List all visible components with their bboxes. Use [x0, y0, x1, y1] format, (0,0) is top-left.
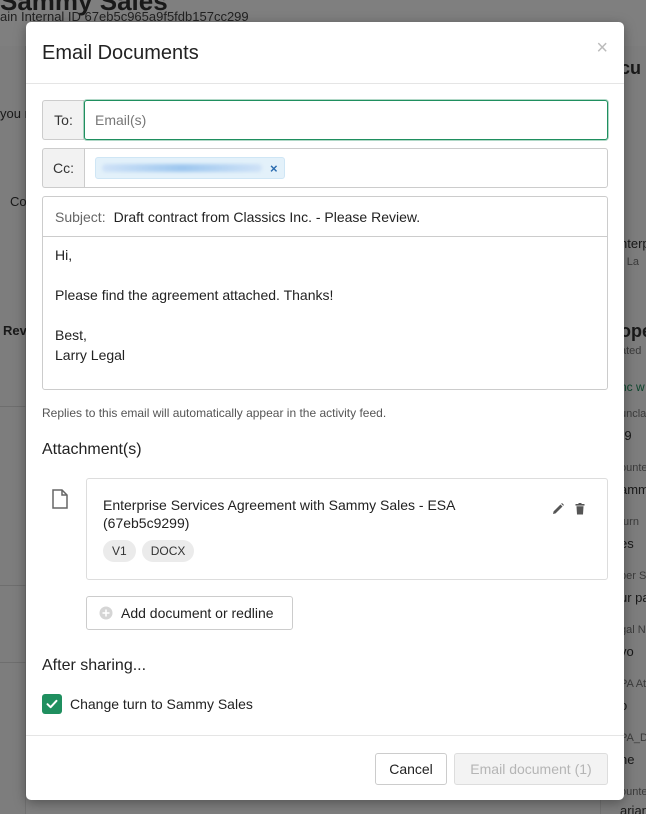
- format-tag: DOCX: [141, 540, 195, 562]
- modal-header: Email Documents ×: [26, 22, 624, 84]
- attachments-title: Attachment(s): [42, 441, 142, 458]
- cc-email-chip: ×: [95, 157, 285, 179]
- document-icon: [52, 489, 68, 509]
- body-line: [55, 305, 595, 325]
- modal-footer: Cancel Email document (1): [26, 735, 624, 800]
- subject-value: Draft contract from Classics Inc. - Plea…: [113, 208, 421, 225]
- plus-circle-icon: [99, 606, 113, 620]
- cc-row: Cc: ×: [42, 148, 608, 188]
- body-line: Please find the agreement attached. Than…: [55, 287, 334, 303]
- change-turn-option: Change turn to Sammy Sales: [42, 694, 253, 714]
- email-body-textarea[interactable]: Hi, Please find the agreement attached. …: [43, 237, 607, 373]
- cc-email-input[interactable]: ×: [84, 148, 608, 188]
- to-row: To:: [42, 100, 608, 140]
- to-label: To:: [42, 100, 84, 140]
- attachment-name: Enterprise Services Agreement with Sammy…: [103, 497, 455, 531]
- add-document-button[interactable]: Add document or redline: [86, 596, 293, 630]
- email-composer: Subject: Draft contract from Classics In…: [42, 196, 608, 390]
- email-documents-dialog: Email Documents × To: Cc: × Subject: Dra…: [26, 22, 624, 800]
- redacted-email: [102, 164, 262, 172]
- attachment-card: Enterprise Services Agreement with Sammy…: [86, 478, 608, 580]
- body-line: Best,: [55, 327, 87, 343]
- modal-title: Email Documents: [42, 42, 199, 64]
- body-line: [55, 265, 595, 285]
- remove-chip-icon[interactable]: ×: [270, 161, 278, 176]
- subject-field[interactable]: Subject: Draft contract from Classics In…: [43, 197, 607, 237]
- email-document-button[interactable]: Email document (1): [454, 753, 608, 785]
- version-tag: V1: [103, 540, 136, 562]
- body-line: Hi,: [55, 247, 73, 263]
- cancel-button[interactable]: Cancel: [375, 753, 447, 785]
- after-sharing-title: After sharing...: [42, 657, 147, 674]
- pencil-icon[interactable]: [551, 502, 565, 516]
- reply-hint: Replies to this email will automatically…: [42, 406, 387, 420]
- add-document-label: Add document or redline: [121, 605, 274, 621]
- change-turn-checkbox[interactable]: [42, 694, 62, 714]
- attachment-tags: V1 DOCX: [103, 540, 195, 562]
- checkmark-icon: [46, 699, 58, 709]
- subject-label: Subject:: [55, 208, 106, 225]
- trash-icon[interactable]: [573, 502, 587, 516]
- change-turn-label: Change turn to Sammy Sales: [70, 696, 253, 712]
- close-icon[interactable]: ×: [596, 38, 608, 58]
- to-email-input[interactable]: [84, 100, 608, 140]
- body-line: Larry Legal: [55, 347, 126, 363]
- cc-label: Cc:: [42, 148, 84, 188]
